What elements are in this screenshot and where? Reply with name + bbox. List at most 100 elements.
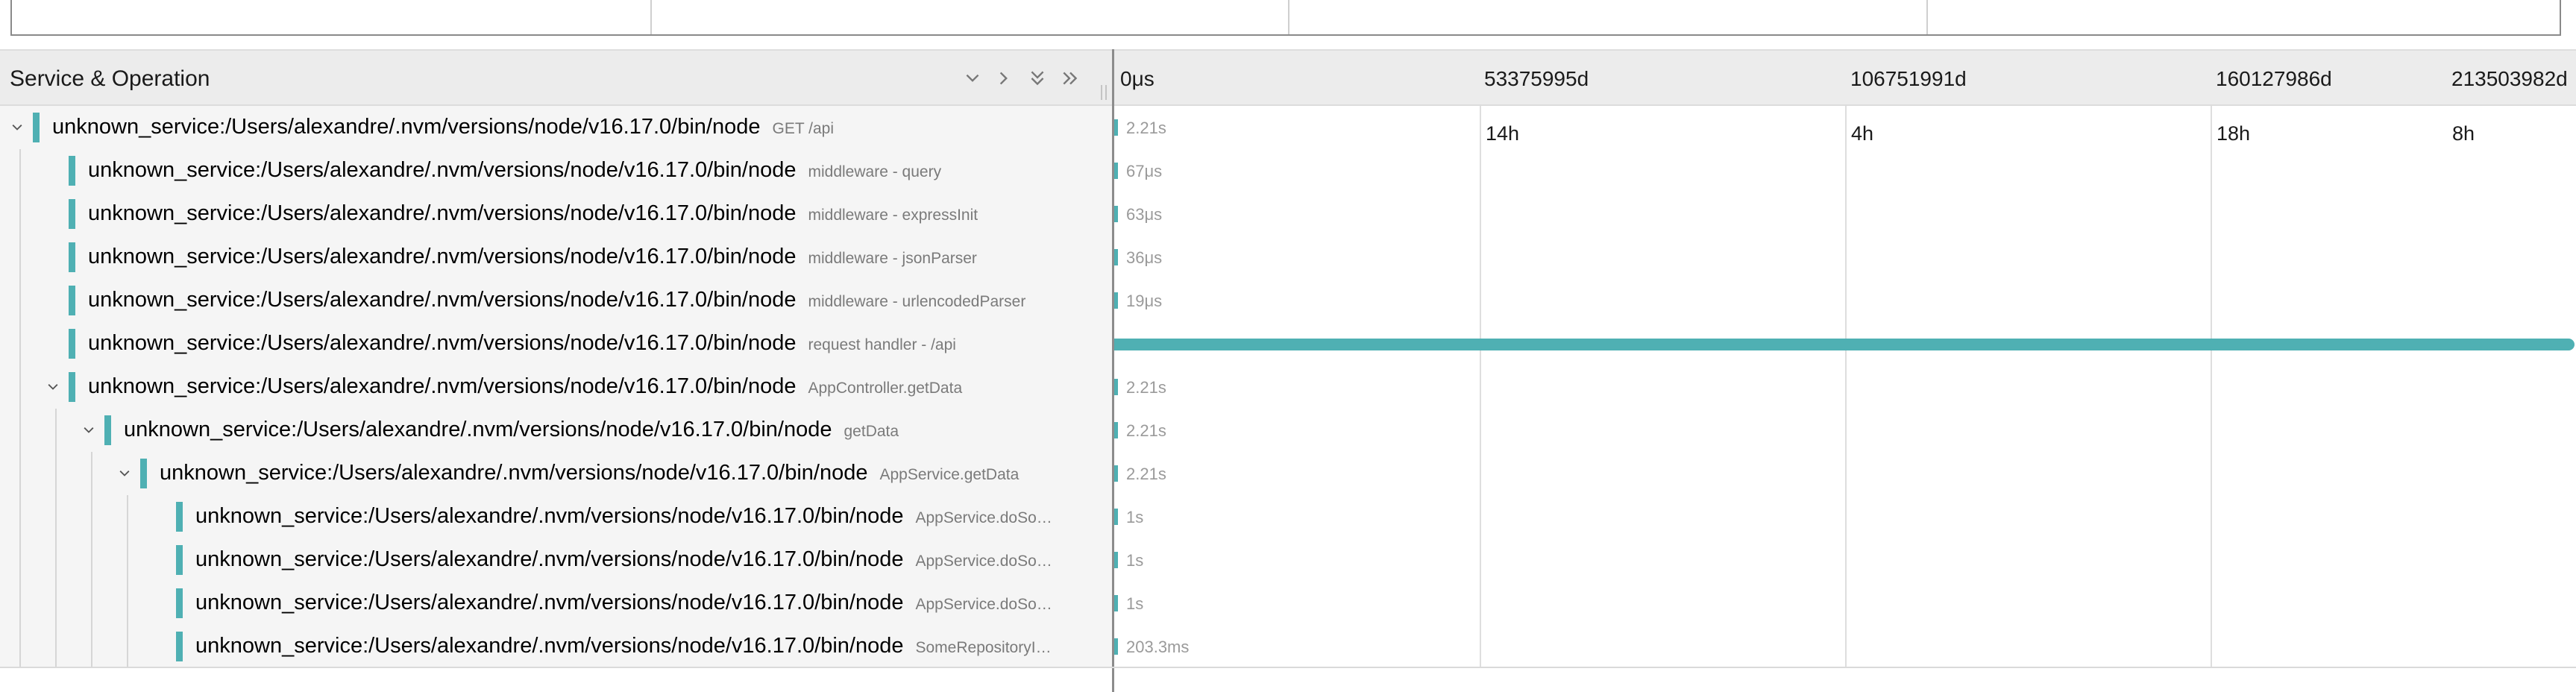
service-color-bar — [176, 545, 183, 575]
span-row[interactable]: unknown_service:/Users/alexandre/.nvm/ve… — [0, 495, 1112, 538]
drag-handle-icon[interactable] — [1099, 84, 1108, 101]
timeline-row[interactable]: 2.21s — [1114, 409, 2576, 452]
timeline-tick-label: 106751991d — [1850, 67, 1967, 90]
span-toggle[interactable] — [43, 374, 63, 400]
chevron-down-icon — [12, 125, 22, 130]
operation-name: getData — [844, 423, 899, 440]
service-name: unknown_service:/Users/alexandre/.nvm/ve… — [195, 504, 904, 528]
operation-name: middleware - query — [808, 163, 942, 180]
span-toggle[interactable] — [79, 418, 98, 443]
span-label: unknown_service:/Users/alexandre/.nvm/ve… — [88, 245, 1100, 269]
timeline-row[interactable]: 19μs — [1114, 279, 2576, 322]
service-name: unknown_service:/Users/alexandre/.nvm/ve… — [124, 418, 832, 441]
span-duration-bar[interactable] — [1114, 163, 1118, 179]
span-row[interactable]: unknown_service:/Users/alexandre/.nvm/ve… — [0, 582, 1112, 625]
span-label: unknown_service:/Users/alexandre/.nvm/ve… — [52, 115, 1100, 139]
span-label: unknown_service:/Users/alexandre/.nvm/ve… — [88, 288, 1100, 312]
service-name: unknown_service:/Users/alexandre/.nvm/ve… — [88, 331, 797, 355]
double-chevron-down-icon — [1031, 71, 1044, 86]
span-label: unknown_service:/Users/alexandre/.nvm/ve… — [88, 158, 1100, 183]
span-row[interactable]: unknown_service:/Users/alexandre/.nvm/ve… — [0, 322, 1112, 365]
span-row[interactable]: unknown_service:/Users/alexandre/.nvm/ve… — [0, 452, 1112, 495]
span-duration: 2.21s — [1126, 465, 1166, 483]
span-duration-bar[interactable] — [1114, 339, 2575, 350]
chevron-down-icon — [84, 427, 94, 433]
span-row[interactable]: unknown_service:/Users/alexandre/.nvm/ve… — [0, 409, 1112, 452]
operation-name: AppService.doSo… — [915, 596, 1052, 613]
span-duration: 2.21s — [1126, 119, 1166, 137]
timeline-row[interactable]: 203.3ms — [1114, 625, 2576, 668]
timeline-row[interactable]: 2.21s — [1114, 106, 2576, 149]
span-duration-bar[interactable] — [1114, 206, 1118, 222]
span-duration: 1s — [1126, 508, 1144, 526]
span-duration: 19μs — [1126, 292, 1163, 310]
span-row[interactable]: unknown_service:/Users/alexandre/.nvm/ve… — [0, 106, 1112, 149]
span-row[interactable]: unknown_service:/Users/alexandre/.nvm/ve… — [0, 625, 1112, 667]
span-duration-bar[interactable] — [1114, 509, 1118, 525]
span-duration-bar[interactable] — [1114, 292, 1118, 309]
span-duration: 67μs — [1126, 162, 1163, 180]
collapse-all-button[interactable] — [1025, 66, 1049, 91]
span-row[interactable]: unknown_service:/Users/alexandre/.nvm/ve… — [0, 538, 1112, 582]
panel-splitter[interactable] — [1112, 49, 1114, 692]
timeline-row[interactable]: 67μs — [1114, 149, 2576, 192]
panel-bottom-border — [0, 667, 2576, 668]
service-color-bar — [176, 502, 183, 532]
span-row[interactable]: unknown_service:/Users/alexandre/.nvm/ve… — [0, 365, 1112, 409]
span-duration: 2.21s — [1126, 421, 1166, 440]
trace-minimap[interactable] — [10, 0, 2561, 36]
span-duration-bar[interactable] — [1114, 552, 1118, 568]
span-duration-bar[interactable] — [1114, 638, 1118, 655]
expand-all-button[interactable] — [1058, 66, 1082, 91]
timeline-panel: 2.21s 67μs 63μs 36μs 19μs 2.21s 2.21s 2.… — [1114, 106, 2576, 667]
service-operation-title: Service & Operation — [10, 66, 210, 91]
span-duration-bar[interactable] — [1114, 119, 1118, 136]
operation-name: AppController.getData — [808, 380, 963, 397]
timeline-tick-label: 0μs — [1120, 67, 1155, 90]
span-row[interactable]: unknown_service:/Users/alexandre/.nvm/ve… — [0, 279, 1112, 322]
service-name: unknown_service:/Users/alexandre/.nvm/ve… — [88, 201, 797, 225]
service-color-bar — [69, 329, 75, 359]
span-duration-bar[interactable] — [1114, 422, 1118, 438]
operation-name: AppService.getData — [879, 466, 1020, 483]
timeline-row[interactable]: 1s — [1114, 495, 2576, 538]
span-duration: 63μs — [1126, 205, 1163, 224]
span-toggle[interactable] — [7, 115, 27, 140]
minimap-divider — [650, 0, 652, 34]
minimap-divider — [1926, 0, 1928, 34]
span-duration-bar[interactable] — [1114, 465, 1118, 482]
timeline-row[interactable]: 1s — [1114, 538, 2576, 582]
service-name: unknown_service:/Users/alexandre/.nvm/ve… — [88, 374, 797, 398]
span-row[interactable]: unknown_service:/Users/alexandre/.nvm/ve… — [0, 192, 1112, 236]
expand-one-button[interactable] — [992, 66, 1016, 91]
double-chevron-right-icon — [1063, 72, 1078, 85]
collapse-one-button[interactable] — [961, 66, 984, 91]
chevron-down-icon — [48, 384, 58, 390]
service-color-bar — [69, 372, 75, 402]
timeline-row[interactable] — [1114, 322, 2576, 365]
service-color-bar — [176, 588, 183, 618]
service-color-bar — [104, 415, 111, 445]
span-duration-bar[interactable] — [1114, 379, 1118, 395]
minimap-divider — [1288, 0, 1289, 34]
operation-name: AppService.doSo… — [915, 509, 1052, 526]
span-duration-bar[interactable] — [1114, 595, 1118, 611]
span-toggle[interactable] — [115, 461, 134, 486]
service-name: unknown_service:/Users/alexandre/.nvm/ve… — [88, 288, 797, 312]
trace-header: Service & Operation 0μs 53375995d 106751… — [0, 49, 2576, 106]
operation-name: request handler - /api — [808, 336, 956, 353]
service-name: unknown_service:/Users/alexandre/.nvm/ve… — [195, 634, 904, 658]
operation-name: GET /api — [772, 120, 834, 137]
timeline-row[interactable]: 2.21s — [1114, 452, 2576, 495]
span-duration-bar[interactable] — [1114, 249, 1118, 265]
timeline-row[interactable]: 63μs — [1114, 192, 2576, 236]
span-row[interactable]: unknown_service:/Users/alexandre/.nvm/ve… — [0, 149, 1112, 192]
timeline-row[interactable]: 2.21s — [1114, 365, 2576, 409]
service-name: unknown_service:/Users/alexandre/.nvm/ve… — [52, 115, 761, 139]
span-row[interactable]: unknown_service:/Users/alexandre/.nvm/ve… — [0, 236, 1112, 279]
timeline-row[interactable]: 36μs — [1114, 236, 2576, 279]
timeline-row[interactable]: 1s — [1114, 582, 2576, 625]
span-duration: 1s — [1126, 594, 1144, 613]
timeline-tick-label: 160127986d — [2216, 67, 2332, 90]
span-label: unknown_service:/Users/alexandre/.nvm/ve… — [195, 547, 1100, 572]
